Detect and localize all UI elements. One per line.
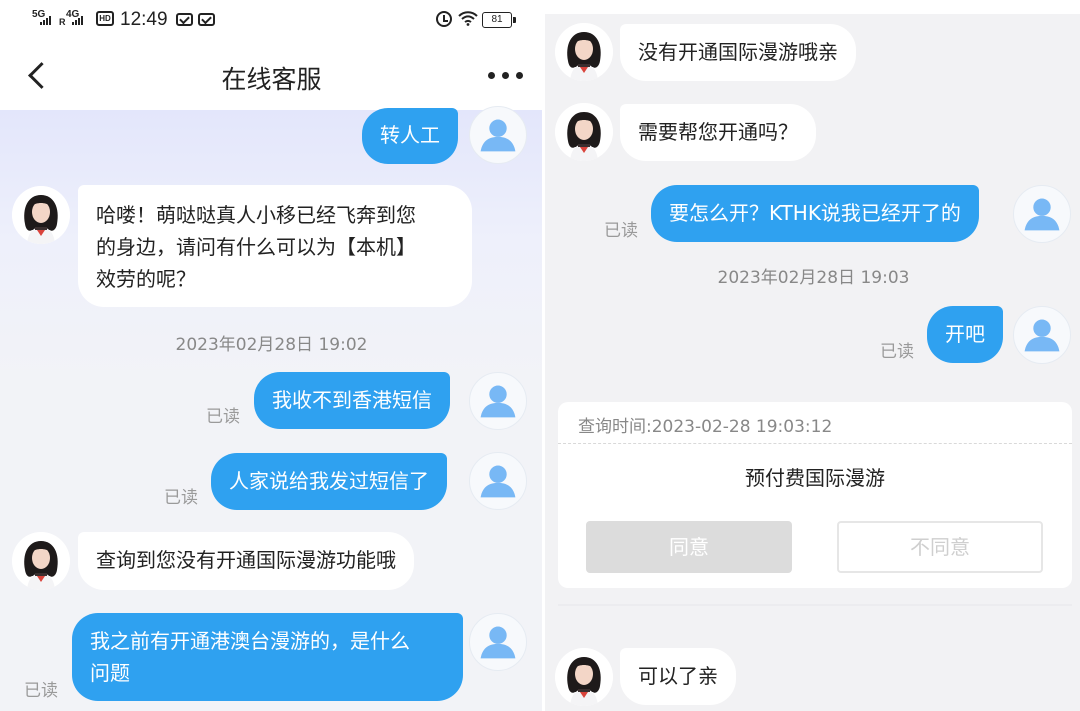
screenshot-root: 5G R 4G HD 12:49 81 在线客服 转人工 哈喽！萌哒哒真人小移已… bbox=[0, 0, 1080, 711]
status-bar: 5G R 4G HD 12:49 81 bbox=[0, 0, 543, 40]
agent-message-bubble: 可以了亲 bbox=[620, 648, 736, 705]
message-line: 问题 bbox=[90, 661, 130, 685]
message-timestamp: 2023年02月28日 19:03 bbox=[717, 268, 910, 288]
card-divider bbox=[558, 443, 1072, 444]
panel-divider bbox=[542, 0, 545, 711]
alarm-icon bbox=[436, 11, 452, 27]
hd-icon: HD bbox=[96, 11, 114, 26]
agent-avatar[interactable] bbox=[12, 186, 70, 244]
message-timestamp: 2023年02月28日 19:02 bbox=[175, 335, 368, 355]
user-message-bubble: 转人工 bbox=[362, 108, 458, 164]
agent-avatar[interactable] bbox=[555, 648, 613, 706]
section-separator bbox=[558, 604, 1072, 606]
message-line: 的身边，请问有什么可以为【本机】 bbox=[96, 235, 416, 259]
message-text: 可以了亲 bbox=[638, 664, 718, 688]
signal-bars-icon bbox=[40, 15, 54, 25]
read-receipt: 已读 bbox=[206, 407, 240, 427]
user-avatar[interactable] bbox=[1013, 185, 1071, 243]
signal-bars-2-icon bbox=[72, 15, 86, 25]
user-avatar[interactable] bbox=[469, 452, 527, 510]
message-text: 要怎么开？KTHK说我已经开了的 bbox=[669, 201, 961, 225]
message-line: 哈喽！萌哒哒真人小移已经飞奔到您 bbox=[96, 203, 416, 227]
more-dots-icon[interactable] bbox=[488, 72, 524, 80]
message-text: 开吧 bbox=[945, 322, 985, 346]
message-line: 效劳的呢？ bbox=[96, 267, 196, 291]
agent-avatar[interactable] bbox=[555, 23, 613, 81]
message-text: 没有开通国际漫游哦亲 bbox=[638, 40, 838, 64]
read-receipt: 已读 bbox=[164, 488, 198, 508]
wifi-icon bbox=[458, 11, 478, 26]
user-message-bubble: 要怎么开？KTHK说我已经开了的 bbox=[651, 185, 979, 242]
agent-avatar[interactable] bbox=[555, 103, 613, 161]
message-text: 转人工 bbox=[380, 123, 440, 147]
mail-icon bbox=[198, 13, 215, 26]
message-text: 需要帮您开通吗？ bbox=[638, 120, 798, 144]
roaming-confirm-card: 查询时间:2023-02-28 19:03:12 预付费国际漫游 同意 不同意 bbox=[558, 402, 1072, 588]
message-text: 人家说给我发过短信了 bbox=[229, 469, 429, 493]
user-message-bubble: 我之前有开通港澳台漫游的，是什么 问题 bbox=[72, 613, 463, 701]
agent-message-bubble: 哈喽！萌哒哒真人小移已经飞奔到您 的身边，请问有什么可以为【本机】 效劳的呢？ bbox=[78, 185, 472, 307]
agree-button[interactable]: 同意 bbox=[586, 521, 792, 573]
user-avatar[interactable] bbox=[469, 372, 527, 430]
page-title: 在线客服 bbox=[221, 65, 322, 94]
card-title: 预付费国际漫游 bbox=[745, 466, 885, 490]
user-message-bubble: 人家说给我发过短信了 bbox=[211, 453, 447, 510]
card-query-time: 查询时间:2023-02-28 19:03:12 bbox=[578, 417, 833, 437]
battery-indicator: 81 bbox=[482, 12, 516, 28]
message-line: 我之前有开通港澳台漫游的，是什么 bbox=[90, 629, 410, 653]
roaming-label: R bbox=[59, 17, 66, 27]
user-avatar[interactable] bbox=[1013, 306, 1071, 364]
agent-message-bubble: 没有开通国际漫游哦亲 bbox=[620, 24, 856, 81]
clock-time: 12:49 bbox=[120, 9, 168, 30]
message-text: 我收不到香港短信 bbox=[272, 388, 432, 412]
user-avatar[interactable] bbox=[469, 106, 527, 164]
user-message-bubble: 我收不到香港短信 bbox=[254, 372, 450, 429]
disagree-button[interactable]: 不同意 bbox=[837, 521, 1043, 573]
message-text: 查询到您没有开通国际漫游功能哦 bbox=[96, 548, 396, 572]
read-receipt: 已读 bbox=[604, 221, 638, 241]
title-bar: 在线客服 bbox=[0, 40, 543, 110]
agent-avatar[interactable] bbox=[12, 532, 70, 590]
agent-message-bubble: 查询到您没有开通国际漫游功能哦 bbox=[78, 532, 414, 590]
read-receipt: 已读 bbox=[880, 342, 914, 362]
agent-message-bubble: 需要帮您开通吗？ bbox=[620, 104, 816, 161]
user-avatar[interactable] bbox=[469, 613, 527, 671]
top-strip bbox=[543, 0, 1080, 14]
left-chat-screen: 5G R 4G HD 12:49 81 在线客服 转人工 哈喽！萌哒哒真人小移已… bbox=[0, 0, 543, 711]
user-message-bubble: 开吧 bbox=[927, 306, 1003, 363]
read-receipt: 已读 bbox=[24, 681, 58, 701]
mail-icon bbox=[176, 13, 193, 26]
